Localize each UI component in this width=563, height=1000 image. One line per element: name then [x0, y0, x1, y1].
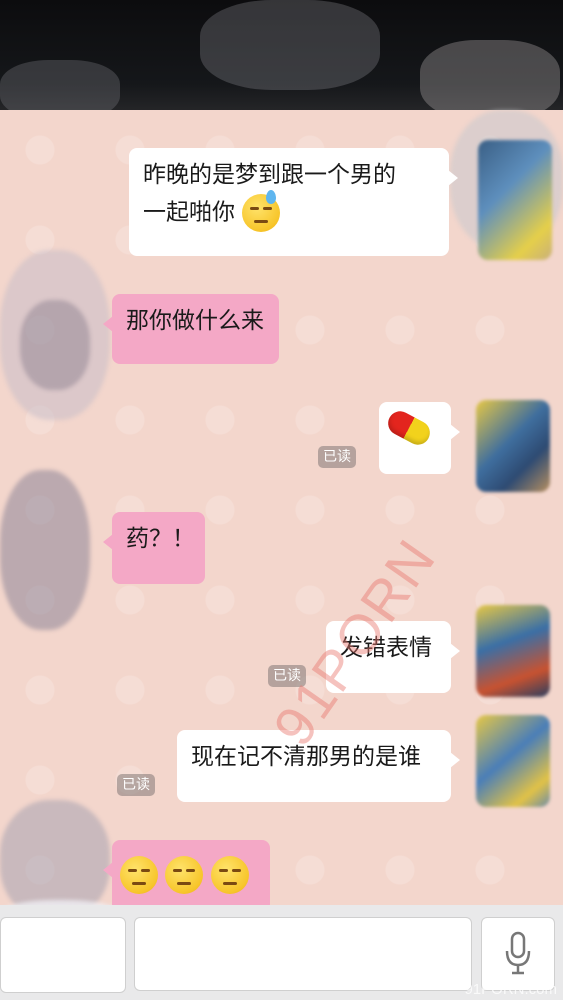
unamused-face-icon [165, 856, 204, 894]
message-bubble[interactable]: 昨晚的是梦到跟一个男的 一起啪你 [129, 148, 458, 256]
message-text: 那你做什么来 [126, 308, 264, 334]
read-receipt: 已读 [117, 774, 155, 796]
message-text: 昨晚的是梦到跟一个男的 [143, 162, 396, 188]
input-bar: 91PORN.com [0, 905, 563, 1000]
avatar[interactable] [476, 605, 550, 697]
message-text: 药？！ [126, 526, 195, 552]
message-bubble[interactable] [103, 840, 270, 912]
avatar[interactable] [476, 715, 550, 807]
message-bubble[interactable]: 药？！ [103, 512, 205, 584]
avatar[interactable] [476, 400, 550, 492]
microphone-icon [505, 931, 531, 975]
top-obscured-area [0, 0, 563, 120]
avatar[interactable] [478, 140, 552, 260]
message-bubble[interactable] [379, 402, 460, 474]
scribble-mark [420, 40, 560, 120]
message-input[interactable] [134, 917, 472, 991]
pill-icon [383, 407, 435, 449]
message-text: 一起啪你 [143, 199, 235, 226]
read-receipt: 已读 [318, 446, 356, 468]
message-text-line2: 一起啪你 [143, 189, 435, 232]
corner-watermark: 91PORN.com [464, 981, 557, 998]
input-extra-button[interactable] [0, 917, 126, 993]
unamused-face-icon [120, 856, 158, 894]
sweat-unamused-face-icon [242, 189, 281, 232]
microphone-button[interactable] [481, 917, 555, 991]
redaction-smear [20, 300, 90, 390]
message-bubble[interactable]: 那你做什么来 [103, 294, 279, 364]
unamused-face-icon [210, 856, 249, 894]
redaction-smear [0, 470, 90, 630]
scribble-mark [200, 0, 380, 90]
